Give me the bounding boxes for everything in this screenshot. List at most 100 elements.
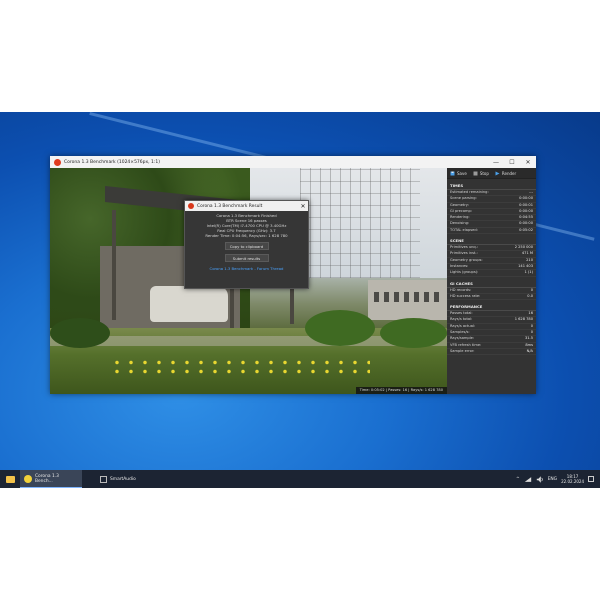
gi-caches-row: HD success rate: 0.0 — [447, 293, 536, 301]
stop-button[interactable]: Stop — [473, 171, 489, 176]
render-armored-vehicle — [150, 286, 228, 322]
stop-icon — [473, 171, 478, 175]
copy-to-clipboard-button[interactable]: Copy to clipboard — [224, 241, 269, 250]
times-value: 0:00:00 — [519, 221, 533, 226]
power-line-towers — [300, 168, 420, 278]
times-label: Scene parsing: — [450, 196, 477, 201]
volume-icon[interactable] — [536, 475, 544, 483]
gi-caches-value: 0.0 — [527, 293, 533, 298]
gi-caches-label: HD records: — [450, 287, 472, 292]
language-indicator[interactable]: ENG — [548, 477, 557, 482]
performance-value: 31.5 — [524, 336, 533, 341]
performance-value: 0 — [530, 330, 533, 335]
render-bush — [380, 318, 447, 348]
dialog-titlebar[interactable]: Corona 1.3 Benchmark Result ✕ — [185, 201, 308, 211]
times-section: TIMES Estimated remaining: --- Scene parsi… — [447, 182, 536, 235]
submit-results-button[interactable]: Submit results — [224, 253, 269, 262]
performance-label: Samples/s: — [450, 330, 470, 335]
performance-row: Sample error: N/A — [447, 348, 536, 356]
times-label: Estimated remaining: — [450, 190, 489, 194]
render-label: Render — [501, 170, 517, 176]
times-value: 0:00:00 — [519, 196, 533, 201]
scene-value: 210 — [526, 257, 533, 262]
times-row: TOTAL elapsed: 0:05:02 — [447, 227, 536, 235]
performance-value: 8ms — [525, 342, 533, 347]
gi-caches-label: HD success rate: — [450, 293, 481, 298]
gi-caches-section: GI CACHES HD records: 0 HD success rate: 0.… — [447, 280, 536, 301]
gi-caches-value: 0 — [530, 287, 533, 292]
render-building-windows — [374, 292, 444, 302]
render-bush — [305, 310, 375, 346]
dialog-title: Corona 1.3 Benchmark Result — [197, 203, 263, 209]
file-explorer-icon[interactable] — [6, 475, 15, 483]
times-value: 0:05:02 — [519, 227, 533, 232]
clock-date: 22.02.2024 — [561, 479, 584, 484]
performance-label: VFB refresh time: — [450, 342, 482, 347]
performance-label: Rays/s total: — [450, 317, 473, 322]
stats-panel: Save Stop Render TIMES Estimated remaini… — [447, 168, 536, 394]
scene-label: Geometry groups: — [450, 257, 483, 262]
desktop: Corona 1.3 Benchmark (1024×576px, 1:1) —… — [0, 112, 600, 488]
play-icon — [495, 171, 500, 175]
taskbar-item-smartaudio[interactable]: SmartAudio — [96, 470, 140, 488]
times-value: 0:04:55 — [519, 215, 533, 220]
save-button[interactable]: Save — [450, 171, 467, 176]
dialog-body: Corona 1.3 Benchmark Finished BTR Scene … — [185, 211, 308, 239]
times-label: TOTAL elapsed: — [450, 227, 478, 232]
render-button[interactable]: Render — [495, 171, 516, 176]
panel-toolbar: Save Stop Render — [447, 168, 536, 179]
notification-icon[interactable] — [588, 476, 594, 482]
scene-label: Primitives unq.: — [450, 245, 479, 250]
render-flowers — [110, 358, 370, 378]
benchmark-result-dialog: Corona 1.3 Benchmark Result ✕ Corona 1.3… — [184, 200, 309, 289]
times-label: Denoising: — [450, 221, 470, 226]
stop-label: Stop — [479, 170, 489, 176]
forum-thread-link[interactable]: Corona 1.3 Benchmark - Forum Thread — [185, 266, 308, 271]
minimize-button[interactable]: — — [488, 159, 504, 166]
performance-label: Rays/sample: — [450, 336, 475, 341]
scene-label: Instances: — [450, 263, 469, 268]
performance-label: Passes total: — [450, 311, 473, 316]
dialog-close-button[interactable]: ✕ — [298, 203, 308, 210]
taskbar-item-corona[interactable]: Corona 1.3 Bench... — [20, 470, 82, 488]
network-icon[interactable] — [524, 476, 532, 483]
maximize-button[interactable]: ☐ — [504, 159, 520, 166]
scene-value: 1 (1) — [524, 270, 533, 275]
render-bush — [50, 318, 110, 348]
performance-label: Rays/s actual: — [450, 323, 476, 328]
performance-value: 16 — [528, 311, 533, 316]
corona-dialog-icon — [188, 203, 194, 209]
scene-label: Primitives inst.: — [450, 251, 478, 256]
smartaudio-icon — [100, 475, 107, 483]
scene-row: Lights (groups): 1 (1) — [447, 270, 536, 277]
times-label: GI precomp: — [450, 208, 473, 213]
times-value: 0:00:01 — [519, 202, 533, 207]
save-label: Save — [457, 170, 467, 176]
render-status-bar: Time: 0:05:02 | Passes: 16 | Rays/s: 1 6… — [355, 387, 447, 394]
render-post — [112, 210, 116, 320]
scene-value: 2 250 000 — [514, 245, 533, 250]
scene-heading: SCENE — [447, 237, 536, 246]
performance-value: N/A — [526, 348, 533, 353]
taskbar-item-label: SmartAudio — [110, 476, 136, 482]
result-line: Render Time: 0:04:56, Rays/sec: 1 628 78… — [205, 232, 288, 238]
gi-caches-heading: GI CACHES — [447, 280, 536, 288]
window-titlebar[interactable]: Corona 1.3 Benchmark (1024×576px, 1:1) —… — [50, 156, 536, 168]
corona-taskbar-icon — [24, 474, 32, 483]
scene-value: 141 403 — [518, 263, 533, 268]
times-label: Geometry: — [450, 202, 469, 207]
performance-label: Sample error: — [450, 348, 475, 353]
close-button[interactable]: ✕ — [520, 159, 536, 166]
tray-overflow-button[interactable]: ^ — [516, 477, 520, 482]
clock[interactable]: 18:17 22.02.2024 — [561, 474, 584, 484]
times-label: Rendering: — [450, 215, 470, 220]
times-value: 0:00:00 — [519, 208, 533, 213]
times-heading: TIMES — [447, 182, 536, 190]
performance-value: 1 628 780 — [514, 317, 533, 322]
scene-value: 471 M — [521, 251, 533, 256]
scene-section: SCENE Primitives unq.: 2 250 000 Primitive… — [447, 237, 536, 277]
system-tray: ^ ENG 18:17 22.02.2024 — [516, 474, 600, 484]
taskbar: Corona 1.3 Bench... SmartAudio ^ ENG 18:… — [0, 470, 600, 488]
corona-app-icon — [54, 158, 61, 166]
performance-section: PERFORMANCE Passes total: 16 Rays/s total:… — [447, 303, 536, 356]
